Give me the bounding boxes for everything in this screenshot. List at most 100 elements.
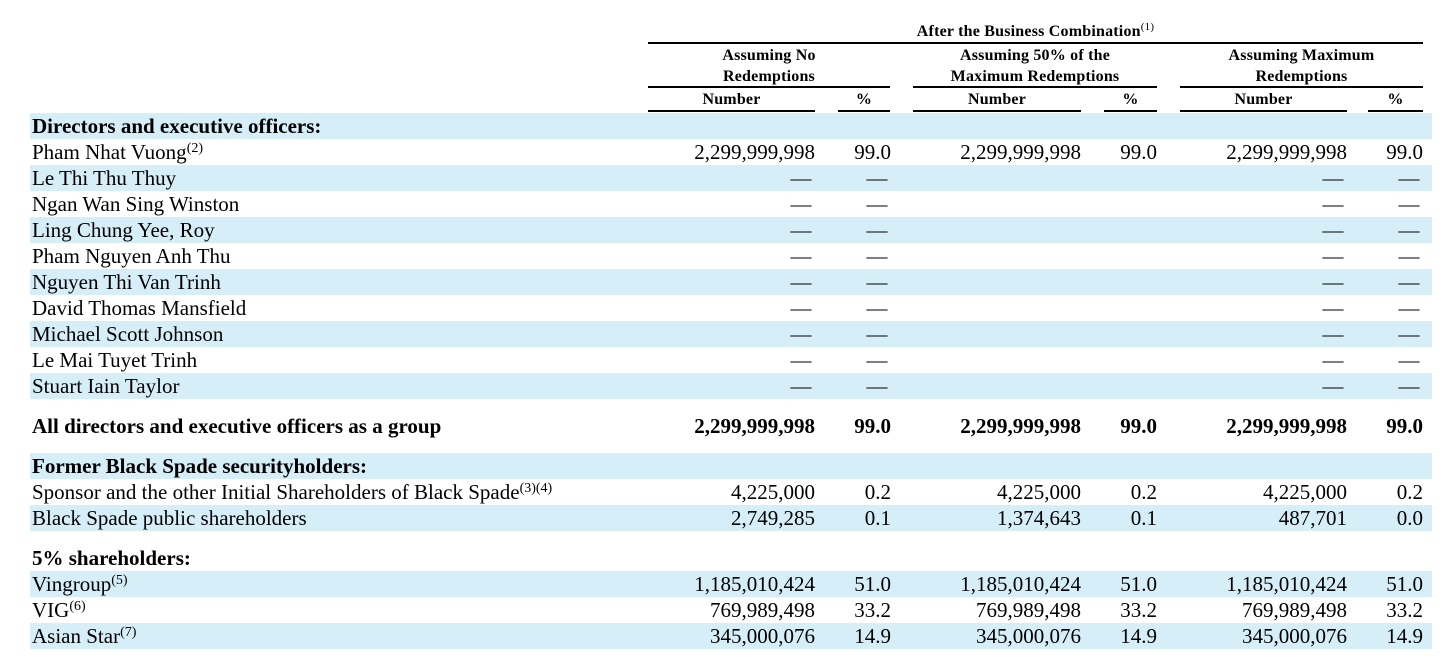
- cell-max-redemptions-number: 345,000,076: [1242, 624, 1347, 648]
- cell-max-redemptions-number: 2,299,999,998: [1226, 140, 1347, 164]
- subheader-rule: [1180, 110, 1347, 112]
- super-header-footnote: (1): [1140, 21, 1155, 33]
- cell-no-redemptions-pct: —: [866, 322, 888, 346]
- table-row: Stuart Iain Taylor — — — —: [30, 373, 1432, 399]
- cell-max-redemptions-pct: —: [1398, 218, 1420, 242]
- super-header-rule: [648, 42, 1423, 44]
- cell-no-redemptions-number: 769,989,498: [710, 598, 815, 622]
- cell-half-redemptions-number: 769,989,498: [976, 598, 1081, 622]
- cell-half-redemptions-number: 2,299,999,998: [960, 140, 1081, 164]
- group-rule: [648, 86, 890, 88]
- cell-no-redemptions-number: 2,749,285: [731, 506, 815, 530]
- row-label: Nguyen Thi Van Trinh: [32, 269, 221, 295]
- cell-max-redemptions-number: —: [1322, 218, 1344, 242]
- cell-max-redemptions-pct: —: [1398, 166, 1420, 190]
- cell-max-redemptions-pct: —: [1398, 374, 1420, 398]
- row-label-text: Stuart Iain Taylor: [32, 374, 180, 398]
- cell-max-redemptions-pct: 99.0: [1386, 414, 1423, 438]
- section-header-row: Directors and executive officers:: [30, 113, 1432, 139]
- section-header-row: Former Black Spade securityholders:: [30, 453, 1432, 479]
- table-row: Ling Chung Yee, Roy — — — —: [30, 217, 1432, 243]
- total-row: All directors and executive officers as …: [30, 413, 1432, 439]
- table-row: Le Mai Tuyet Trinh — — — —: [30, 347, 1432, 373]
- cell-no-redemptions-pct: —: [866, 218, 888, 242]
- row-label: Pham Nhat Vuong(2): [32, 139, 203, 165]
- subheader-rule: [1104, 110, 1157, 112]
- group-title-line1: Assuming Maximum: [1228, 47, 1375, 64]
- table-row: Michael Scott Johnson — — — —: [30, 321, 1432, 347]
- row-label: Ngan Wan Sing Winston: [32, 191, 239, 217]
- table-row: Black Spade public shareholders 2,749,285…: [30, 505, 1432, 531]
- cell-max-redemptions-pct: —: [1398, 270, 1420, 294]
- table-row: Nguyen Thi Van Trinh — — — —: [30, 269, 1432, 295]
- group-rule: [913, 86, 1157, 88]
- row-label: VIG(6): [32, 597, 86, 623]
- cell-no-redemptions-number: 4,225,000: [731, 480, 815, 504]
- cell-half-redemptions-number: 1,374,643: [997, 506, 1081, 530]
- row-label-footnote: (6): [69, 599, 86, 614]
- cell-half-redemptions-pct: 51.0: [1120, 572, 1157, 596]
- group-title-50pct-redemptions: Assuming 50% of the Maximum Redemptions: [913, 45, 1157, 87]
- row-label: Black Spade public shareholders: [32, 505, 307, 531]
- row-label-footnote: (3)(4): [519, 481, 553, 496]
- cell-max-redemptions-number: 1,185,010,424: [1226, 572, 1347, 596]
- cell-no-redemptions-number: 2,299,999,998: [694, 414, 815, 438]
- group-title-line2: Maximum Redemptions: [950, 68, 1120, 85]
- cell-no-redemptions-pct: 0.1: [864, 506, 891, 530]
- cell-half-redemptions-pct: 14.9: [1120, 624, 1157, 648]
- column-header-pct: %: [1122, 91, 1139, 108]
- cell-max-redemptions-number: 769,989,498: [1242, 598, 1347, 622]
- row-label: Stuart Iain Taylor: [32, 373, 179, 399]
- row-label: Vingroup(5): [32, 571, 128, 597]
- column-header-number: Number: [1234, 91, 1293, 108]
- table-row: VIG(6) 769,989,498 33.2 769,989,498 33.2 769,…: [30, 597, 1432, 623]
- row-label: Michael Scott Johnson: [32, 321, 223, 347]
- row-label: Sponsor and the other Initial Shareholde…: [32, 479, 552, 505]
- cell-no-redemptions-pct: —: [866, 348, 888, 372]
- cell-no-redemptions-number: 345,000,076: [710, 624, 815, 648]
- cell-max-redemptions-number: —: [1322, 322, 1344, 346]
- cell-max-redemptions-pct: 0.2: [1396, 480, 1423, 504]
- row-label-text: Asian Star: [32, 624, 121, 648]
- column-header-pct: %: [855, 91, 873, 108]
- row-label-text: David Thomas Mansfield: [32, 296, 247, 320]
- row-label-text: 5% shareholders:: [32, 546, 191, 570]
- cell-max-redemptions-number: —: [1322, 296, 1344, 320]
- cell-max-redemptions-number: —: [1322, 192, 1344, 216]
- column-header-number: Number: [967, 91, 1027, 108]
- row-label-text: Nguyen Thi Van Trinh: [32, 270, 221, 294]
- column-header-pct: %: [1387, 91, 1404, 108]
- row-label-footnote: (5): [111, 573, 128, 588]
- row-label: 5% shareholders:: [32, 545, 191, 571]
- row-label-text: Former Black Spade securityholders:: [32, 454, 367, 478]
- cell-max-redemptions-number: —: [1322, 166, 1344, 190]
- group-title-line2: Redemptions: [723, 68, 815, 85]
- group-title-line2: Redemptions: [1255, 68, 1348, 85]
- super-header: After the Business Combination(1): [648, 21, 1423, 42]
- cell-no-redemptions-pct: —: [866, 296, 888, 320]
- row-label-text: Ngan Wan Sing Winston: [32, 192, 240, 216]
- cell-max-redemptions-pct: 33.2: [1386, 598, 1423, 622]
- cell-no-redemptions-pct: 99.0: [854, 414, 891, 438]
- cell-max-redemptions-pct: —: [1398, 244, 1420, 268]
- row-label-footnote: (2): [186, 141, 204, 156]
- cell-max-redemptions-number: —: [1322, 374, 1344, 398]
- cell-no-redemptions-pct: 0.2: [864, 480, 891, 504]
- cell-half-redemptions-number: 1,185,010,424: [960, 572, 1081, 596]
- cell-no-redemptions-number: —: [790, 270, 812, 294]
- row-label: David Thomas Mansfield: [32, 295, 246, 321]
- group-rule: [1180, 86, 1423, 88]
- cell-half-redemptions-number: 345,000,076: [976, 624, 1081, 648]
- row-label-text: Le Thi Thu Thuy: [32, 166, 177, 190]
- subheader-rule: [913, 110, 1081, 112]
- row-label: Directors and executive officers:: [32, 113, 321, 139]
- group-title-line1: Assuming No: [722, 47, 816, 64]
- cell-no-redemptions-pct: —: [866, 244, 888, 268]
- cell-no-redemptions-pct: 14.9: [854, 624, 891, 648]
- cell-no-redemptions-pct: 51.0: [854, 572, 891, 596]
- cell-no-redemptions-pct: —: [866, 166, 888, 190]
- cell-no-redemptions-number: —: [790, 296, 812, 320]
- subheader-rule: [648, 110, 815, 112]
- cell-max-redemptions-pct: 99.0: [1386, 140, 1423, 164]
- super-header-text: After the Business Combination: [916, 23, 1141, 40]
